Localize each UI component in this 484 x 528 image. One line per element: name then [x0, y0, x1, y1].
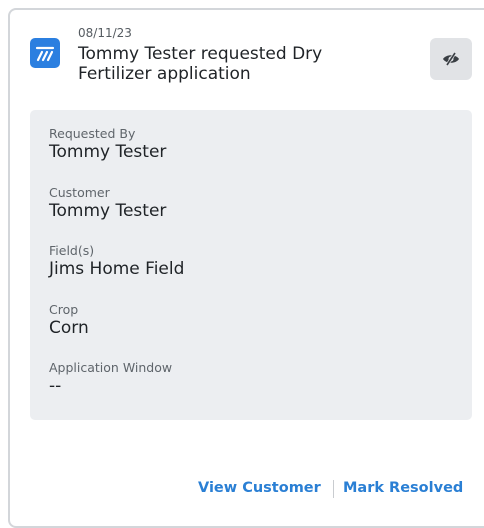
fields-field: Field(s) Jims Home Field	[49, 243, 184, 279]
dry-fertilizer-icon	[30, 38, 60, 68]
field-value: --	[49, 376, 62, 396]
action-divider	[333, 480, 334, 498]
field-label: Requested By	[49, 126, 136, 141]
card-actions: View Customer Mark Resolved	[10, 480, 472, 500]
field-label: Application Window	[49, 360, 173, 375]
application-window-field: Application Window --	[49, 360, 172, 396]
crop-field: Crop Corn	[49, 302, 89, 338]
field-value: Tommy Tester	[49, 201, 167, 221]
field-value: Tommy Tester	[49, 142, 167, 162]
notification-card: 08/11/23 Tommy Tester requested Dry Fert…	[8, 8, 484, 528]
field-value: Corn	[49, 318, 89, 338]
field-label: Crop	[49, 302, 79, 317]
hide-notification-button[interactable]	[430, 38, 472, 80]
notification-date: 08/11/23	[78, 26, 132, 40]
field-value: Jims Home Field	[49, 259, 185, 279]
requested-by-field: Requested By Tommy Tester	[49, 126, 166, 162]
request-details-panel: Requested By Tommy Tester Customer Tommy…	[30, 110, 472, 420]
customer-field: Customer Tommy Tester	[49, 185, 166, 221]
view-customer-link[interactable]: View Customer	[198, 480, 321, 496]
mark-resolved-link[interactable]: Mark Resolved	[343, 480, 463, 496]
field-label: Field(s)	[49, 243, 95, 258]
eye-slash-icon	[443, 52, 459, 66]
notification-title: Tommy Tester requested Dry Fertilizer ap…	[78, 44, 323, 84]
field-label: Customer	[49, 185, 110, 200]
